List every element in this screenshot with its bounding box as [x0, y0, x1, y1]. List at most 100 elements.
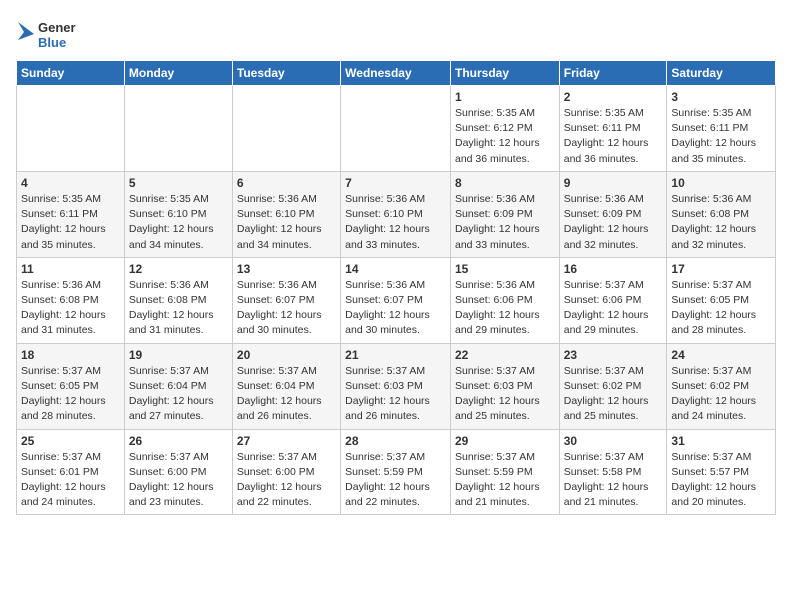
calendar-cell: 22 Sunrise: 5:37 AMSunset: 6:03 PMDayligh… [450, 343, 559, 429]
calendar-cell: 5Sunrise: 5:35 AMSunset: 6:10 PMDaylight… [124, 171, 232, 257]
calendar-cell: 25 Sunrise: 5:37 AMSunset: 6:01 PMDayligh… [17, 429, 125, 515]
day-info: Sunrise: 5:36 AMSunset: 6:06 PMDaylight:… [455, 278, 555, 339]
day-info: Sunrise: 5:36 AMSunset: 6:09 PMDaylight:… [455, 192, 555, 253]
calendar-cell [232, 86, 340, 172]
day-number: 20 [237, 348, 336, 362]
day-number: 4 [21, 176, 120, 190]
day-info: Sunrise: 5:37 AMSunset: 6:01 PMDaylight:… [21, 450, 120, 511]
svg-text:Blue: Blue [38, 35, 66, 50]
day-info: Sunrise: 5:37 AMSunset: 6:02 PMDaylight:… [564, 364, 663, 425]
day-info: Sunrise: 5:35 AMSunset: 6:11 PMDaylight:… [671, 106, 771, 167]
calendar-cell: 8 Sunrise: 5:36 AMSunset: 6:09 PMDaylight… [450, 171, 559, 257]
day-info: Sunrise: 5:37 AMSunset: 5:57 PMDaylight:… [671, 450, 771, 511]
calendar-cell: 17 Sunrise: 5:37 AMSunset: 6:05 PMDayligh… [667, 257, 776, 343]
col-header-saturday: Saturday [667, 61, 776, 86]
day-info: Sunrise: 5:37 AMSunset: 5:58 PMDaylight:… [564, 450, 663, 511]
calendar-week-1: 1Sunrise: 5:35 AMSunset: 6:12 PMDaylight… [17, 86, 776, 172]
calendar-cell: 16 Sunrise: 5:37 AMSunset: 6:06 PMDayligh… [559, 257, 667, 343]
day-number: 10 [671, 176, 771, 190]
day-number: 1 [455, 90, 555, 104]
day-info: Sunrise: 5:37 AMSunset: 6:05 PMDaylight:… [671, 278, 771, 339]
day-number: 11 [21, 262, 120, 276]
day-number: 2 [564, 90, 663, 104]
calendar-cell: 15 Sunrise: 5:36 AMSunset: 6:06 PMDayligh… [450, 257, 559, 343]
calendar-cell: 28 Sunrise: 5:37 AMSunset: 5:59 PMDayligh… [341, 429, 451, 515]
col-header-wednesday: Wednesday [341, 61, 451, 86]
calendar-cell: 14 Sunrise: 5:36 AMSunset: 6:07 PMDayligh… [341, 257, 451, 343]
day-number: 8 [455, 176, 555, 190]
day-number: 18 [21, 348, 120, 362]
calendar-cell: 18 Sunrise: 5:37 AMSunset: 6:05 PMDayligh… [17, 343, 125, 429]
calendar-cell: 20 Sunrise: 5:37 AMSunset: 6:04 PMDayligh… [232, 343, 340, 429]
calendar-week-3: 11 Sunrise: 5:36 AMSunset: 6:08 PMDayligh… [17, 257, 776, 343]
calendar-cell: 21 Sunrise: 5:37 AMSunset: 6:03 PMDayligh… [341, 343, 451, 429]
day-number: 25 [21, 434, 120, 448]
day-info: Sunrise: 5:37 AMSunset: 6:06 PMDaylight:… [564, 278, 663, 339]
calendar-cell: 30 Sunrise: 5:37 AMSunset: 5:58 PMDayligh… [559, 429, 667, 515]
day-number: 7 [345, 176, 446, 190]
calendar-cell: 13 Sunrise: 5:36 AMSunset: 6:07 PMDayligh… [232, 257, 340, 343]
day-number: 16 [564, 262, 663, 276]
day-info: Sunrise: 5:37 AMSunset: 6:02 PMDaylight:… [671, 364, 771, 425]
day-info: Sunrise: 5:35 AMSunset: 6:11 PMDaylight:… [564, 106, 663, 167]
calendar-cell: 1Sunrise: 5:35 AMSunset: 6:12 PMDaylight… [450, 86, 559, 172]
day-number: 15 [455, 262, 555, 276]
day-info: Sunrise: 5:36 AMSunset: 6:07 PMDaylight:… [237, 278, 336, 339]
svg-text:General: General [38, 20, 76, 35]
day-info: Sunrise: 5:36 AMSunset: 6:10 PMDaylight:… [237, 192, 336, 253]
calendar-week-5: 25 Sunrise: 5:37 AMSunset: 6:01 PMDayligh… [17, 429, 776, 515]
page-header: GeneralBlue [16, 16, 776, 52]
calendar-week-4: 18 Sunrise: 5:37 AMSunset: 6:05 PMDayligh… [17, 343, 776, 429]
day-info: Sunrise: 5:35 AMSunset: 6:10 PMDaylight:… [129, 192, 228, 253]
calendar-cell: 27 Sunrise: 5:37 AMSunset: 6:00 PMDayligh… [232, 429, 340, 515]
calendar-table: SundayMondayTuesdayWednesdayThursdayFrid… [16, 60, 776, 515]
day-info: Sunrise: 5:36 AMSunset: 6:09 PMDaylight:… [564, 192, 663, 253]
calendar-cell: 29 Sunrise: 5:37 AMSunset: 5:59 PMDayligh… [450, 429, 559, 515]
day-info: Sunrise: 5:37 AMSunset: 6:03 PMDaylight:… [345, 364, 446, 425]
col-header-thursday: Thursday [450, 61, 559, 86]
day-number: 3 [671, 90, 771, 104]
calendar-week-2: 4 Sunrise: 5:35 AMSunset: 6:11 PMDaylight… [17, 171, 776, 257]
day-info: Sunrise: 5:37 AMSunset: 6:05 PMDaylight:… [21, 364, 120, 425]
calendar-header-row: SundayMondayTuesdayWednesdayThursdayFrid… [17, 61, 776, 86]
day-info: Sunrise: 5:35 AMSunset: 6:11 PMDaylight:… [21, 192, 120, 253]
calendar-cell: 10 Sunrise: 5:36 AMSunset: 6:08 PMDayligh… [667, 171, 776, 257]
calendar-cell: 12Sunrise: 5:36 AMSunset: 6:08 PMDayligh… [124, 257, 232, 343]
day-number: 19 [129, 348, 228, 362]
calendar-cell: 2 Sunrise: 5:35 AMSunset: 6:11 PMDaylight… [559, 86, 667, 172]
day-info: Sunrise: 5:36 AMSunset: 6:08 PMDaylight:… [129, 278, 228, 339]
day-number: 29 [455, 434, 555, 448]
col-header-monday: Monday [124, 61, 232, 86]
day-number: 22 [455, 348, 555, 362]
col-header-tuesday: Tuesday [232, 61, 340, 86]
calendar-cell [341, 86, 451, 172]
day-number: 17 [671, 262, 771, 276]
day-number: 28 [345, 434, 446, 448]
calendar-cell [124, 86, 232, 172]
calendar-cell: 26Sunrise: 5:37 AMSunset: 6:00 PMDayligh… [124, 429, 232, 515]
day-info: Sunrise: 5:37 AMSunset: 6:03 PMDaylight:… [455, 364, 555, 425]
day-number: 9 [564, 176, 663, 190]
col-header-sunday: Sunday [17, 61, 125, 86]
day-number: 30 [564, 434, 663, 448]
day-info: Sunrise: 5:36 AMSunset: 6:08 PMDaylight:… [671, 192, 771, 253]
col-header-friday: Friday [559, 61, 667, 86]
logo: GeneralBlue [16, 16, 76, 52]
day-info: Sunrise: 5:37 AMSunset: 5:59 PMDaylight:… [345, 450, 446, 511]
day-number: 14 [345, 262, 446, 276]
calendar-cell: 7Sunrise: 5:36 AMSunset: 6:10 PMDaylight… [341, 171, 451, 257]
day-number: 6 [237, 176, 336, 190]
day-number: 21 [345, 348, 446, 362]
day-number: 13 [237, 262, 336, 276]
day-info: Sunrise: 5:37 AMSunset: 6:00 PMDaylight:… [237, 450, 336, 511]
day-number: 27 [237, 434, 336, 448]
day-info: Sunrise: 5:37 AMSunset: 5:59 PMDaylight:… [455, 450, 555, 511]
day-info: Sunrise: 5:37 AMSunset: 6:04 PMDaylight:… [237, 364, 336, 425]
day-number: 24 [671, 348, 771, 362]
logo-svg: GeneralBlue [16, 16, 76, 52]
calendar-cell: 31Sunrise: 5:37 AMSunset: 5:57 PMDayligh… [667, 429, 776, 515]
day-number: 23 [564, 348, 663, 362]
day-info: Sunrise: 5:36 AMSunset: 6:08 PMDaylight:… [21, 278, 120, 339]
day-info: Sunrise: 5:36 AMSunset: 6:07 PMDaylight:… [345, 278, 446, 339]
calendar-cell: 6 Sunrise: 5:36 AMSunset: 6:10 PMDaylight… [232, 171, 340, 257]
